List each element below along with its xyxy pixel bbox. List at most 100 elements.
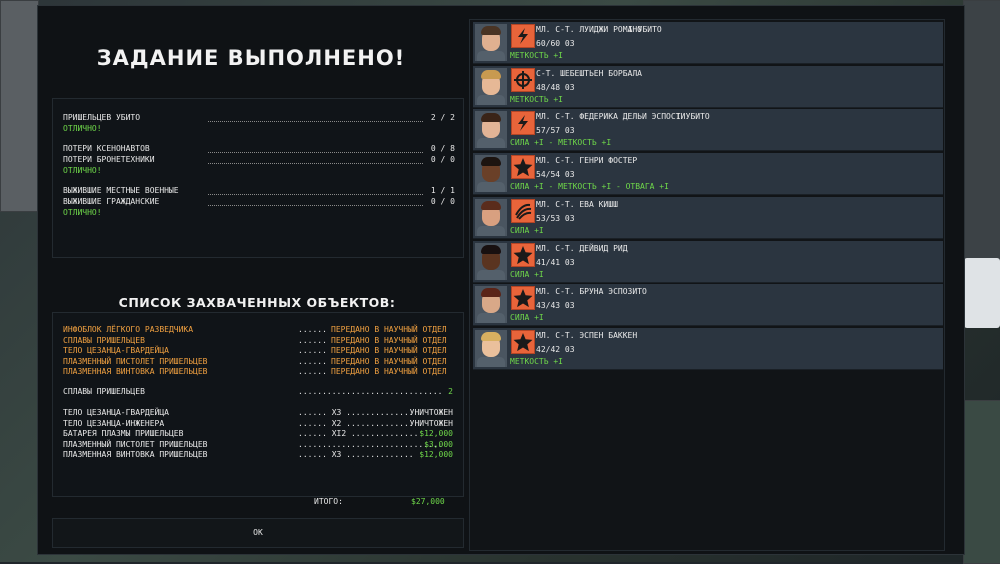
- soldier-health: 42/42 03: [536, 344, 575, 354]
- research-item-status: ПЕРЕДАНО В НАУЧНЫЙ ОТДЕЛ: [331, 346, 447, 355]
- portrait-body: [477, 225, 505, 236]
- sold-item-result: УНИЧТОЖЕН: [409, 418, 453, 428]
- star-icon: [511, 329, 535, 354]
- soldier-portrait: [475, 67, 507, 105]
- captured-objects-panel: ИНФОБЛОК ЛЁГКОГО РАЗВЕДЧИКА ...... ПЕРЕД…: [52, 312, 464, 497]
- portrait-body: [477, 182, 505, 193]
- captured-list-title: СПИСОК ЗАХВАЧЕННЫХ ОБЪЕКТОВ:: [118, 295, 396, 310]
- sold-item-result: УНИЧТОЖЕН: [409, 408, 453, 417]
- soldier-row[interactable]: МЛ. С-Т. ЛУИДЖИ РОМАНО I УБИТО 60/60 03 …: [473, 22, 943, 64]
- sold-item-name: ТЕЛО ЦЕЗАНЦА-ГВАРДЕЙЦА: [63, 408, 169, 417]
- stat-rating: ОТЛИЧНО!: [63, 166, 102, 175]
- stat-label: ПОТЕРИ БРОНЕТЕХНИКИ: [63, 155, 155, 164]
- sold-item-name: ПЛАЗМЕННЫЙ ПИСТОЛЕТ ПРИШЕЛЬЦЕВ: [63, 439, 208, 449]
- sold-item-name: БАТАРЕЯ ПЛАЗМЫ ПРИШЕЛЬЦЕВ: [63, 429, 184, 438]
- alloys-value: 2: [448, 387, 453, 396]
- portrait-body: [477, 356, 505, 367]
- soldier-kills: I УБИТО: [676, 112, 710, 122]
- mission-stats-panel: ПРИШЕЛЬЦЕВ УБИТО 2 / 2 ОТЛИЧНО! ПОТЕРИ К…: [52, 98, 464, 258]
- research-item-dots: ......: [298, 356, 327, 366]
- total-value: $27,000: [411, 497, 445, 506]
- claw-icon: [511, 198, 535, 223]
- leader-dots: [208, 121, 423, 122]
- stat-label: ВЫЖИВШИЕ МЕСТНЫЕ ВОЕННЫЕ: [63, 186, 179, 195]
- research-item-status: ПЕРЕДАНО В НАУЧНЫЙ ОТДЕЛ: [331, 367, 447, 376]
- stat-value: 2 / 2: [430, 113, 455, 122]
- soldier-name: МЛ. С-Т. БРУНА ЭСПОЗИТО: [536, 287, 647, 297]
- portrait-body: [477, 51, 505, 61]
- soldier-name: С-Т. ШЕБЕШТЬЕН БОРБАЛА: [536, 68, 642, 78]
- soldier-health: 48/48 03: [536, 82, 575, 92]
- soldier-row[interactable]: МЛ. С-Т. БРУНА ЭСПОЗИТО 43/43 03 СИЛА +I: [473, 284, 943, 327]
- portrait-body: [477, 269, 505, 280]
- building-left: [0, 0, 39, 212]
- mission-complete-dialog: ЗАДАНИЕ ВЫПОЛНЕНО! ПРИШЕЛЬЦЕВ УБИТО 2 / …: [37, 5, 965, 555]
- soldier-portrait: [475, 286, 507, 324]
- sold-item-result: $12,000: [419, 450, 453, 459]
- star-icon: [511, 286, 535, 311]
- soldier-health: 57/57 03: [536, 126, 575, 136]
- stat-label: ПОТЕРИ КСЕНОНАВТОВ: [63, 144, 150, 153]
- portrait-body: [477, 94, 505, 105]
- soldier-stat-bonus: МЕТКОСТЬ +I: [510, 356, 563, 366]
- soldier-stat-bonus: СИЛА +I: [510, 269, 544, 279]
- page-title: ЗАДАНИЕ ВЫПОЛНЕНО!: [96, 46, 406, 70]
- soldier-row[interactable]: МЛ. С-Т. ФЕДЕРИКА ДЕЛЬИ ЭСПОСТИ I УБИТО …: [473, 109, 943, 152]
- sold-item-result: $3,000: [424, 439, 453, 449]
- total-label: ИТОГО:: [314, 497, 343, 506]
- research-item-name: ИНФОБЛОК ЛЁГКОГО РАЗВЕДЧИКА: [63, 325, 194, 334]
- ok-button[interactable]: ОК: [52, 518, 464, 548]
- soldier-health: 60/60 03: [536, 39, 575, 48]
- star-icon: [511, 242, 535, 267]
- soldier-name: МЛ. С-Т. ГЕНРИ ФОСТЕР: [536, 156, 638, 166]
- soldier-row[interactable]: С-Т. ШЕБЕШТЬЕН БОРБАЛА 48/48 03 МЕТКОСТЬ…: [473, 65, 943, 108]
- soldier-row[interactable]: МЛ. С-Т. ЭСПЕН БАККЕН 42/42 03 МЕТКОСТЬ …: [473, 327, 943, 370]
- stat-label: ПРИШЕЛЬЦЕВ УБИТО: [63, 113, 141, 122]
- soldier-stat-bonus: СИЛА +I: [510, 225, 544, 235]
- ground-right: [963, 400, 1000, 564]
- soldier-name: МЛ. С-Т. ДЕЙВИД РИД: [536, 243, 628, 253]
- soldier-stat-bonus: МЕТКОСТЬ +I: [510, 51, 563, 60]
- crosshair-icon: [511, 67, 535, 92]
- stat-label: ВЫЖИВШИЕ ГРАЖДАНСКИЕ: [63, 197, 160, 206]
- research-item-name: ПЛАЗМЕННАЯ ВИНТОВКА ПРИШЕЛЬЦЕВ: [63, 367, 208, 376]
- sold-item-result: $12,000: [419, 429, 453, 438]
- soldier-name: МЛ. С-Т. ЭСПЕН БАККЕН: [536, 330, 638, 340]
- alloys-label: СПЛАВЫ ПРИШЕЛЬЦЕВ: [63, 387, 145, 396]
- stat-rating: ОТЛИЧНО!: [63, 124, 102, 133]
- leader-dots: [208, 152, 423, 153]
- soldier-stat-bonus: СИЛА +I - МЕТКОСТЬ +I - ОТВАГА +I: [510, 182, 669, 192]
- alloys-dots: ..............................: [298, 387, 443, 396]
- soldier-stat-bonus: СИЛА +I - МЕТКОСТЬ +I: [510, 138, 612, 148]
- portrait-hair: [481, 113, 501, 123]
- research-item-name: СПЛАВЫ ПРИШЕЛЬЦЕВ: [63, 335, 145, 345]
- soldier-portrait: [475, 242, 507, 280]
- stat-rating: ОТЛИЧНО!: [63, 208, 102, 217]
- sold-item-name: ТЕЛО ЦЕЗАНЦА-ИНЖЕНЕРА: [63, 418, 165, 428]
- star-icon: [511, 155, 535, 180]
- research-item-dots: ......: [298, 346, 327, 355]
- portrait-hair: [481, 26, 501, 35]
- summary-column: ЗАДАНИЕ ВЫПОЛНЕНО! ПРИШЕЛЬЦЕВ УБИТО 2 / …: [38, 6, 464, 554]
- portrait-hair: [481, 200, 501, 210]
- soldier-row[interactable]: МЛ. С-Т. ЕВА КИШШ 53/53 03 СИЛА +I: [473, 196, 943, 239]
- research-item-dots: ......: [298, 325, 327, 334]
- soldier-name: МЛ. С-Т. ФЕДЕРИКА ДЕЛЬИ ЭСПОСТИ: [536, 112, 686, 122]
- research-item-name: ТЕЛО ЦЕЗАНЦА-ГВАРДЕЙЦА: [63, 346, 169, 355]
- research-item-status: ПЕРЕДАНО В НАУЧНЫЙ ОТДЕЛ: [331, 356, 447, 366]
- soldier-health: 43/43 03: [536, 301, 575, 311]
- lightning-icon: [511, 111, 535, 136]
- portrait-body: [477, 138, 505, 149]
- soldier-portrait: [475, 329, 507, 367]
- soldier-stat-bonus: МЕТКОСТЬ +I: [510, 94, 563, 104]
- research-item-name: ПЛАЗМЕННЫЙ ПИСТОЛЕТ ПРИШЕЛЬЦЕВ: [63, 356, 208, 366]
- soldier-row[interactable]: МЛ. С-Т. ГЕНРИ ФОСТЕР 54/54 03 СИЛА +I -…: [473, 153, 943, 196]
- soldier-health: 54/54 03: [536, 170, 575, 180]
- soldier-health: 53/53 03: [536, 213, 575, 223]
- soldier-row[interactable]: МЛ. С-Т. ДЕЙВИД РИД 41/41 03 СИЛА +I: [473, 240, 943, 283]
- soldier-health: 41/41 03: [536, 257, 575, 267]
- stat-value: 0 / 0: [430, 197, 455, 206]
- stat-value: 1 / 1: [430, 186, 455, 195]
- truck: [964, 258, 1000, 328]
- research-item-status: ПЕРЕДАНО В НАУЧНЫЙ ОТДЕЛ: [331, 335, 447, 345]
